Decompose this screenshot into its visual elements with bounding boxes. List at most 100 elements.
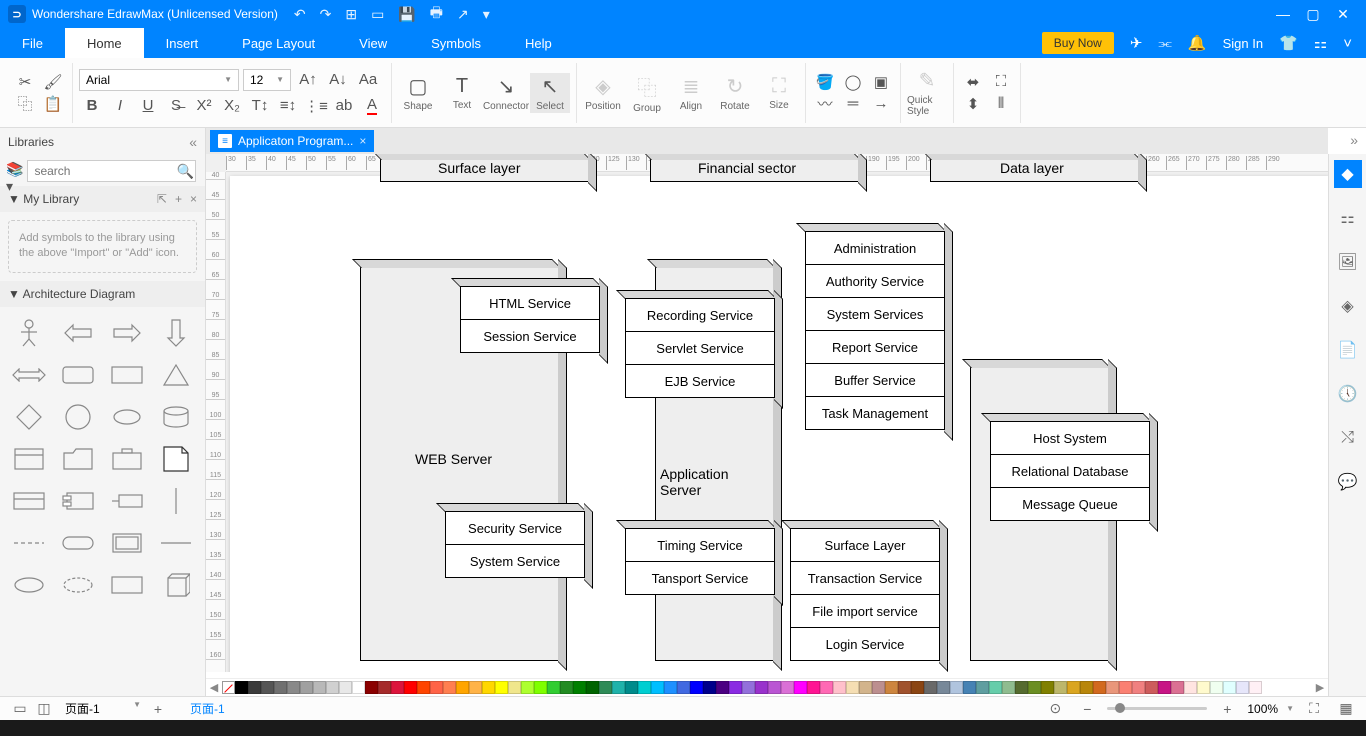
- color-swatch[interactable]: [820, 681, 833, 694]
- menu-file[interactable]: File: [0, 28, 65, 58]
- color-swatch[interactable]: [1210, 681, 1223, 694]
- stack-cell[interactable]: Task Management: [805, 396, 945, 430]
- underline-icon[interactable]: U: [135, 95, 161, 117]
- strike-icon[interactable]: S̶: [163, 95, 189, 117]
- stack-cell[interactable]: Buffer Service: [805, 363, 945, 397]
- shadow-icon[interactable]: ▣: [868, 71, 894, 93]
- color-swatch[interactable]: [885, 681, 898, 694]
- stack-cell[interactable]: Relational Database: [990, 454, 1150, 488]
- apps-icon[interactable]: ⚏: [1314, 34, 1327, 52]
- history-panel-icon[interactable]: 🕔: [1334, 380, 1362, 408]
- stack-cell[interactable]: System Service: [445, 544, 585, 578]
- qat-more-icon[interactable]: ▾: [483, 6, 490, 23]
- zoom-in-icon[interactable]: +: [1215, 701, 1239, 717]
- color-swatch[interactable]: [495, 681, 508, 694]
- color-swatch[interactable]: [326, 681, 339, 694]
- color-swatch[interactable]: [911, 681, 924, 694]
- color-swatch[interactable]: [612, 681, 625, 694]
- color-swatch[interactable]: [1184, 681, 1197, 694]
- search-icon[interactable]: 🔍: [176, 163, 193, 180]
- line-weight-icon[interactable]: ═: [840, 93, 866, 115]
- shape-ellipse-small[interactable]: [106, 399, 149, 435]
- share-icon[interactable]: ⫘: [1158, 35, 1172, 52]
- shape-arrow-bidir[interactable]: [8, 357, 51, 393]
- color-swatch[interactable]: [352, 681, 365, 694]
- color-swatch[interactable]: [742, 681, 755, 694]
- color-swatch[interactable]: [599, 681, 612, 694]
- color-swatch[interactable]: [1067, 681, 1080, 694]
- zoom-out-icon[interactable]: −: [1075, 701, 1099, 717]
- shape-interface[interactable]: [106, 483, 149, 519]
- mylib-section[interactable]: ▼ My Library⇱+×: [0, 186, 205, 212]
- color-swatch[interactable]: [1080, 681, 1093, 694]
- color-swatch[interactable]: [1002, 681, 1015, 694]
- shape-triangle[interactable]: [154, 357, 197, 393]
- arch-section[interactable]: ▼ Architecture Diagram: [0, 281, 205, 307]
- color-swatch[interactable]: [547, 681, 560, 694]
- color-swatch[interactable]: [924, 681, 937, 694]
- highlight-icon[interactable]: ab: [331, 95, 357, 117]
- undo-icon[interactable]: ↶: [294, 6, 306, 23]
- color-swatch[interactable]: [391, 681, 404, 694]
- color-swatch[interactable]: [625, 681, 638, 694]
- color-swatch[interactable]: [716, 681, 729, 694]
- color-swatch[interactable]: [651, 681, 664, 694]
- shape-cube[interactable]: [154, 567, 197, 603]
- menu-help[interactable]: Help: [503, 28, 574, 58]
- color-swatch[interactable]: [1132, 681, 1145, 694]
- color-swatch[interactable]: [456, 681, 469, 694]
- font-shrink-icon[interactable]: A↓: [325, 69, 351, 91]
- stack-cell[interactable]: Timing Service: [625, 528, 775, 562]
- color-swatch[interactable]: [963, 681, 976, 694]
- stack-cell[interactable]: Session Service: [460, 319, 600, 353]
- shape-card[interactable]: [8, 483, 51, 519]
- ribbon-collapse-icon[interactable]: ˅: [1343, 35, 1352, 52]
- color-swatch[interactable]: [729, 681, 742, 694]
- color-swatch[interactable]: [365, 681, 378, 694]
- shape-frame[interactable]: [106, 525, 149, 561]
- fill-icon[interactable]: 🪣: [812, 71, 838, 93]
- color-swatch[interactable]: [768, 681, 781, 694]
- save-icon[interactable]: 💾: [398, 6, 415, 23]
- shape-rect2[interactable]: [106, 567, 149, 603]
- shape-class[interactable]: [8, 441, 51, 477]
- color-swatch[interactable]: [898, 681, 911, 694]
- italic-icon[interactable]: I: [107, 95, 133, 117]
- color-swatch[interactable]: [638, 681, 651, 694]
- page-list-icon[interactable]: ▭: [8, 700, 32, 717]
- shape-tool[interactable]: ▢Shape: [398, 73, 438, 113]
- arrow-style-icon[interactable]: →: [868, 93, 894, 115]
- maximize-button[interactable]: ▢: [1298, 6, 1328, 23]
- color-swatch[interactable]: [261, 681, 274, 694]
- document-tab[interactable]: ≡ Applicaton Program... ×: [210, 130, 374, 152]
- right-collapse-icon[interactable]: »: [1350, 132, 1358, 148]
- color-swatch[interactable]: [521, 681, 534, 694]
- buy-now-button[interactable]: Buy Now: [1042, 32, 1114, 54]
- shape-rect-round[interactable]: [57, 357, 100, 393]
- fullscreen-icon[interactable]: ▦: [1334, 700, 1358, 717]
- color-swatch[interactable]: [1119, 681, 1132, 694]
- stack-cell[interactable]: System Services: [805, 297, 945, 331]
- color-swatch[interactable]: [313, 681, 326, 694]
- page-panel-icon[interactable]: 📄: [1334, 336, 1362, 364]
- shape-tab-folder[interactable]: [106, 441, 149, 477]
- color-swatch[interactable]: [1249, 681, 1262, 694]
- shape-cylinder[interactable]: [154, 399, 197, 435]
- menu-view[interactable]: View: [337, 28, 409, 58]
- shape-line-vert[interactable]: [154, 483, 197, 519]
- tshirt-icon[interactable]: 👕: [1279, 34, 1298, 52]
- color-swatch[interactable]: [482, 681, 495, 694]
- zoom-slider[interactable]: [1107, 707, 1207, 710]
- color-swatch[interactable]: [1054, 681, 1067, 694]
- menu-home[interactable]: Home: [65, 28, 144, 58]
- shape-line-horiz[interactable]: [154, 525, 197, 561]
- color-swatch[interactable]: [534, 681, 547, 694]
- paste-icon[interactable]: 📋: [40, 93, 66, 115]
- diagram-stack[interactable]: AdministrationAuthority ServiceSystem Se…: [805, 231, 945, 430]
- comment-panel-icon[interactable]: 💬: [1334, 468, 1362, 496]
- color-swatch[interactable]: [1171, 681, 1184, 694]
- format-panel-icon[interactable]: ◆: [1334, 160, 1362, 188]
- color-swatch[interactable]: [703, 681, 716, 694]
- color-swatch[interactable]: [989, 681, 1002, 694]
- grid-panel-icon[interactable]: ⚏: [1334, 204, 1362, 232]
